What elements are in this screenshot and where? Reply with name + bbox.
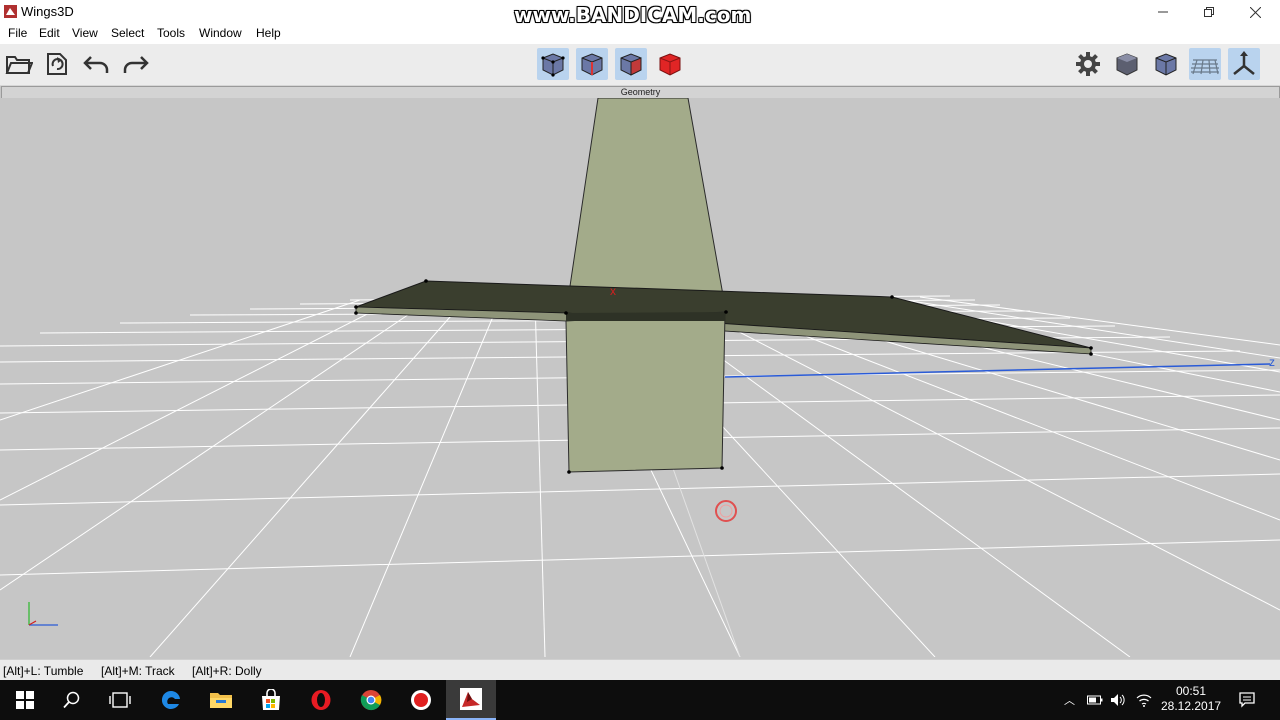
chrome-icon — [360, 690, 382, 711]
task-view-button[interactable] — [95, 680, 145, 720]
tray-overflow-chevron-icon[interactable]: ︿ — [1064, 692, 1075, 708]
volume-icon[interactable] — [1110, 693, 1126, 707]
notifications-icon[interactable] — [1239, 692, 1255, 708]
wings3d-icon — [460, 688, 482, 710]
z-axis-label: z — [1269, 355, 1275, 369]
minimize-button[interactable] — [1140, 0, 1186, 24]
face-mode-icon — [620, 53, 642, 76]
close-icon — [1249, 6, 1261, 18]
system-clock[interactable]: 00:51 28.12.2017 — [1161, 684, 1221, 714]
vertex-mode-icon — [541, 53, 565, 77]
redo-icon — [123, 56, 149, 73]
taskbar-bandicam[interactable] — [396, 680, 446, 720]
status-tumble-hint: [Alt]+L: Tumble — [3, 664, 84, 678]
face-mode-button[interactable] — [615, 48, 647, 80]
taskbar-chrome[interactable] — [346, 680, 396, 720]
menu-select[interactable]: Select — [111, 26, 144, 40]
restore-icon — [1204, 7, 1214, 17]
opera-icon — [311, 690, 331, 710]
bandicam-icon — [411, 690, 431, 710]
menu-bar: File Edit View Select Tools Window Help — [0, 24, 1280, 44]
x-axis-label: x — [610, 284, 616, 298]
open-button[interactable] — [3, 48, 35, 80]
smooth-preview-icon — [1116, 53, 1138, 76]
task-view-icon — [109, 692, 131, 708]
menu-tools[interactable]: Tools — [157, 26, 185, 40]
title-bar: Wings3D www.BANDICAM.com — [0, 0, 1280, 27]
taskbar-opera[interactable] — [296, 680, 346, 720]
menu-file[interactable]: File — [8, 26, 27, 40]
close-button[interactable] — [1232, 0, 1278, 24]
window-title: Wings3D — [21, 4, 74, 19]
body-mode-icon — [659, 53, 681, 76]
battery-icon[interactable] — [1087, 694, 1103, 706]
taskbar-edge[interactable] — [146, 680, 196, 720]
taskbar-file-explorer[interactable] — [196, 680, 246, 720]
status-bar: [Alt]+L: Tumble [Alt]+M: Track [Alt]+R: … — [0, 659, 1280, 681]
wireframe-toggle-button[interactable] — [1150, 48, 1182, 80]
windows-start-icon — [16, 691, 34, 709]
clock-time: 00:51 — [1175, 684, 1207, 698]
menu-edit[interactable]: Edit — [39, 26, 60, 40]
start-button[interactable] — [0, 680, 50, 720]
show-axes-button[interactable] — [1228, 48, 1260, 80]
open-folder-icon — [5, 56, 33, 74]
taskbar-store[interactable] — [246, 680, 296, 720]
wings3d-app-icon — [4, 5, 17, 18]
clock-date: 28.12.2017 — [1161, 699, 1222, 713]
menu-help[interactable]: Help — [256, 26, 281, 40]
file-explorer-icon — [210, 693, 232, 708]
viewport-canvas[interactable]: x z — [0, 98, 1280, 657]
windows-taskbar: ︿ 00:51 28.12.2017 — [0, 680, 1280, 720]
edge-browser-icon — [161, 690, 180, 709]
preferences-button[interactable] — [1072, 48, 1104, 80]
vertical-plane-bottom[interactable] — [565, 311, 726, 473]
geometry-viewport[interactable]: x z — [0, 98, 1280, 657]
status-track-hint: [Alt]+M: Track — [101, 664, 175, 678]
search-icon — [63, 691, 80, 709]
save-icon — [47, 53, 67, 75]
network-icon[interactable] — [1136, 693, 1152, 707]
minimize-icon — [1158, 11, 1168, 13]
vertex-mode-button[interactable] — [537, 48, 569, 80]
store-icon — [262, 689, 280, 710]
ground-grid-button[interactable] — [1189, 48, 1221, 80]
wireframe-cube-icon — [1155, 53, 1177, 76]
restore-button[interactable] — [1186, 0, 1232, 24]
viewport-title: Geometry — [620, 87, 661, 97]
redo-button[interactable] — [119, 48, 151, 80]
gear-icon — [1076, 52, 1100, 76]
taskbar-wings3d[interactable] — [446, 680, 496, 720]
save-button[interactable] — [41, 48, 73, 80]
edge-mode-icon — [581, 53, 603, 76]
status-dolly-hint: [Alt]+R: Dolly — [192, 664, 262, 678]
undo-button[interactable] — [81, 48, 113, 80]
smooth-preview-button[interactable] — [1111, 48, 1143, 80]
menu-view[interactable]: View — [72, 26, 98, 40]
undo-icon — [83, 56, 109, 73]
axes-icon — [1233, 51, 1255, 75]
menu-window[interactable]: Window — [199, 26, 242, 40]
body-mode-button[interactable] — [654, 48, 686, 80]
edge-mode-button[interactable] — [576, 48, 608, 80]
ground-grid-icon — [1191, 59, 1219, 75]
search-button[interactable] — [47, 680, 97, 720]
toolbar — [0, 44, 1280, 86]
